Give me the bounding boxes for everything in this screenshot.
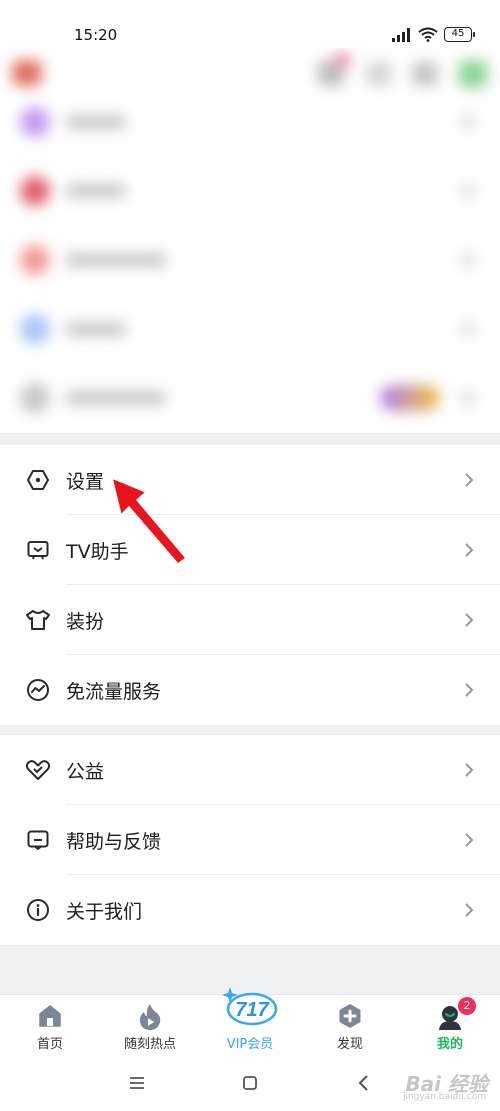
flame-play-icon: [139, 1004, 161, 1030]
nav-item-hot[interactable]: 随刻热点: [100, 995, 200, 1055]
menu-item-label: 设置: [66, 470, 105, 493]
menu-item-tv-assistant[interactable]: TV助手: [0, 515, 500, 585]
settings-hex-icon: [24, 466, 52, 494]
blurred-content: [0, 48, 500, 433]
section-gap: [0, 725, 500, 735]
menu-item-help-feedback[interactable]: 帮助与反馈: [0, 805, 500, 875]
back-button[interactable]: [350, 1070, 376, 1096]
chevron-right-icon: [465, 473, 474, 487]
section-gap: [0, 433, 500, 445]
menu-item-label: 关于我们: [66, 900, 143, 923]
menu-item-charity[interactable]: 公益: [0, 735, 500, 805]
wifi-icon: [418, 27, 438, 42]
nav-label: 发现: [336, 1037, 363, 1052]
menu-group-primary: 设置 TV助手 装扮 免流量服务: [0, 445, 500, 725]
recent-apps-button[interactable]: [124, 1070, 150, 1096]
nav-label: VIP会员: [226, 1037, 274, 1052]
notification-badge: 2: [458, 997, 476, 1015]
shirt-icon: [24, 606, 52, 634]
watermark-url: jingyan.baidu.com: [402, 1092, 486, 1102]
chevron-right-icon: [465, 903, 474, 917]
signal-icon: [392, 27, 410, 42]
menu-lines-icon: [130, 1077, 144, 1089]
system-nav-bar: Bai 经验 jingyan.baidu.com: [0, 1054, 500, 1111]
chevron-right-icon: [465, 543, 474, 557]
info-icon: [24, 896, 52, 924]
menu-item-label: 公益: [66, 760, 105, 783]
tv-icon: [24, 536, 52, 564]
home-icon: [39, 1005, 61, 1027]
menu-item-label: 装扮: [66, 610, 105, 633]
menu-group-secondary: 公益 帮助与反馈 关于我们: [0, 735, 500, 945]
home-button[interactable]: [237, 1070, 263, 1096]
menu-item-label: 帮助与反馈: [66, 830, 162, 853]
battery-indicator: 45: [444, 27, 475, 42]
menu-item-free-traffic[interactable]: 免流量服务: [0, 655, 500, 725]
menu-item-label: 免流量服务: [66, 680, 162, 703]
chevron-right-icon: [465, 833, 474, 847]
status-icons: 45: [392, 27, 475, 42]
status-time: 15:20: [74, 26, 118, 44]
nav-label: 我的: [436, 1037, 463, 1052]
menu-item-dress-up[interactable]: 装扮: [0, 585, 500, 655]
nav-item-home[interactable]: 首页: [0, 995, 100, 1055]
bottom-nav: 首页 随刻热点 717 VIP会员 发现 2 我的: [0, 987, 500, 1055]
nav-label: 首页: [36, 1037, 63, 1052]
vip-717-icon: 717: [222, 987, 278, 1026]
chevron-right-icon: [465, 613, 474, 627]
square-icon: [243, 1076, 257, 1090]
feedback-icon: [24, 826, 52, 854]
menu-item-settings[interactable]: 设置: [0, 445, 500, 515]
nav-item-profile[interactable]: 2 我的: [400, 995, 500, 1055]
traffic-wave-icon: [24, 676, 52, 704]
menu-item-about-us[interactable]: 关于我们: [0, 875, 500, 945]
discover-plus-icon: [339, 1004, 361, 1028]
annotation-arrow-icon: [111, 477, 187, 565]
nav-item-discover[interactable]: 发现: [300, 995, 400, 1055]
back-chevron-icon: [358, 1075, 368, 1091]
heart-icon: [24, 756, 52, 784]
chevron-right-icon: [465, 763, 474, 777]
svg-text:717: 717: [235, 999, 269, 1021]
nav-label: 随刻热点: [123, 1037, 176, 1052]
chevron-right-icon: [465, 683, 474, 697]
nav-item-vip[interactable]: 717 VIP会员: [200, 987, 300, 1055]
